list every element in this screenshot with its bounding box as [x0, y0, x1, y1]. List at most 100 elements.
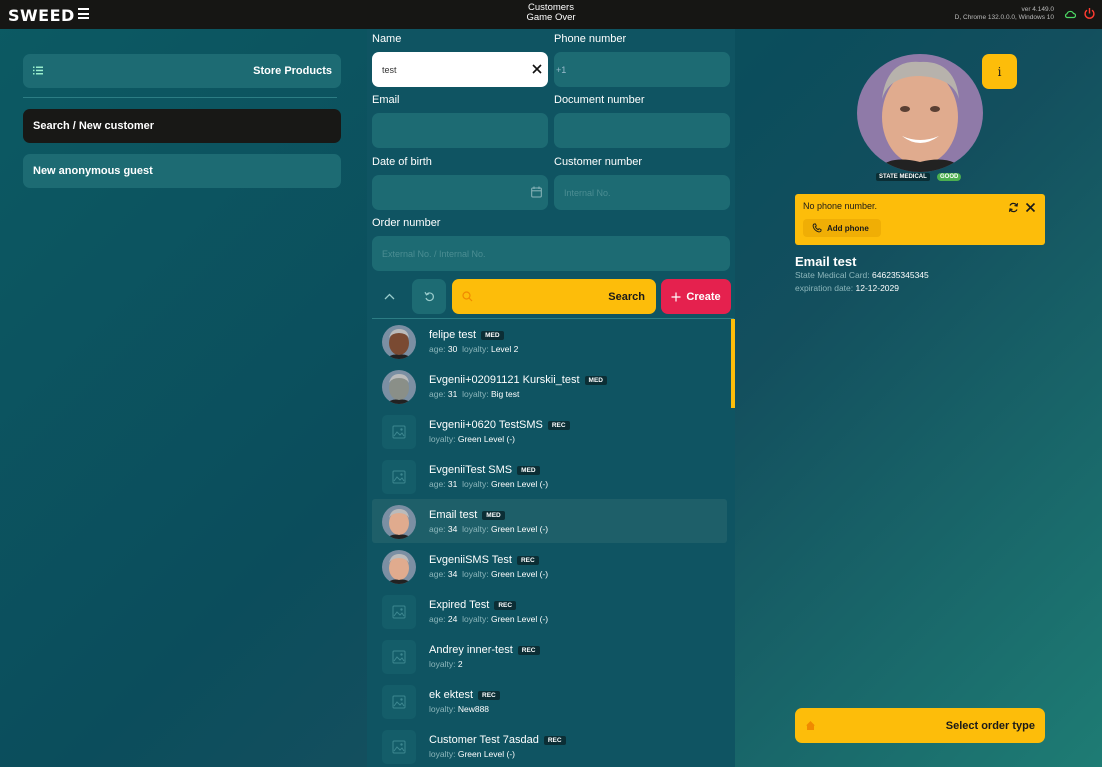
age-value: 31: [447, 479, 458, 489]
customer-meta: loyalty: New888: [429, 704, 489, 714]
dob-field[interactable]: [372, 175, 548, 210]
customer-row[interactable]: EvgeniiSMS Test REC age: 34 loyalty: Green…: [372, 544, 727, 588]
home-icon: [806, 721, 815, 730]
close-icon[interactable]: [1025, 202, 1036, 213]
customer-name: ek ektest REC: [429, 689, 500, 701]
customer-meta: loyalty: Green Level (-): [429, 434, 515, 444]
collapse-button[interactable]: [373, 279, 406, 314]
search-icon: [462, 291, 473, 302]
customer-type-badge: REC: [478, 690, 500, 700]
loyalty-label: loyalty:: [462, 344, 489, 354]
list-icon: [33, 66, 43, 75]
email-field[interactable]: [372, 113, 548, 148]
scrollbar[interactable]: [731, 319, 735, 408]
name-field[interactable]: test: [372, 52, 548, 87]
customer-row[interactable]: Expired Test REC age: 24 loyalty: Green Le…: [372, 589, 727, 633]
customer-name-text: EvgeniiTest SMS: [429, 464, 513, 476]
refresh-icon[interactable]: [1008, 202, 1019, 213]
customer-name: EvgeniiSMS Test REC: [429, 554, 539, 566]
top-bar: SWEED Customers Game Over ver 4.149.0 D,…: [0, 0, 1102, 29]
customer-meta: age: 30 loyalty: Level 2: [429, 344, 518, 354]
customer-name-text: Andrey inner-test: [429, 644, 513, 656]
create-button[interactable]: Create: [661, 279, 731, 314]
customer-row[interactable]: Evgenii+0620 TestSMS REC loyalty: Green Le…: [372, 409, 727, 453]
expiration-label: expiration date:: [795, 283, 854, 293]
customer-name: EvgeniiTest SMS MED: [429, 464, 540, 476]
customer-name: felipe test MED: [429, 329, 504, 341]
age-label: age:: [429, 479, 446, 489]
create-button-label: Create: [686, 290, 721, 303]
customer-row[interactable]: ek ektest REC loyalty: New888: [372, 679, 727, 723]
clear-name-icon[interactable]: [531, 63, 543, 75]
phone-prefix: +1: [556, 64, 567, 75]
store-products-button[interactable]: Store Products: [23, 54, 341, 88]
reset-button[interactable]: [412, 279, 446, 314]
loyalty-value: Green Level (-): [490, 614, 549, 624]
order-number-label: Order number: [372, 217, 441, 229]
phone-field[interactable]: +1: [554, 52, 730, 87]
version-line1: ver 4.149.0: [1021, 6, 1054, 13]
age-label: age:: [429, 344, 446, 354]
info-button[interactable]: i: [982, 54, 1017, 89]
document-field[interactable]: [554, 113, 730, 148]
loyalty-value: Green Level (-): [490, 479, 549, 489]
loyalty-label: loyalty:: [462, 389, 489, 399]
power-icon[interactable]: [1083, 7, 1096, 20]
customer-name-text: EvgeniiSMS Test: [429, 554, 512, 566]
loyalty-label: loyalty:: [462, 569, 489, 579]
order-number-placeholder: External No. / Internal No.: [382, 248, 486, 259]
search-button[interactable]: Search: [452, 279, 656, 314]
cloud-icon[interactable]: [1064, 8, 1076, 20]
hamburger-menu-icon[interactable]: [78, 8, 89, 20]
age-label: age:: [429, 569, 446, 579]
expiration-detail: expiration date: 12-12-2029: [795, 283, 899, 293]
email-label: Email: [372, 94, 400, 106]
loyalty-label: loyalty:: [429, 704, 456, 714]
phone-icon: [812, 223, 822, 233]
age-value: 30: [447, 344, 458, 354]
page-title-line2: Game Over: [526, 12, 576, 23]
medical-card-detail: State Medical Card: 646235345345: [795, 270, 929, 280]
customer-row[interactable]: felipe test MED age: 30 loyalty: Level 2: [372, 319, 727, 363]
customer-meta: age: 31 loyalty: Green Level (-): [429, 479, 548, 489]
customer-name: Customer Test 7asdad REC: [429, 734, 566, 746]
loyalty-value: Green Level (-): [490, 569, 549, 579]
customer-row[interactable]: Email test MED age: 34 loyalty: Green Leve…: [372, 499, 727, 543]
new-anonymous-guest-button[interactable]: New anonymous guest: [23, 154, 341, 188]
customer-name: Evgenii+02091121 Kurskii_test MED: [429, 374, 607, 386]
medical-card-value: 646235345345: [872, 270, 929, 280]
customer-row[interactable]: Andrey inner-test REC loyalty: 2: [372, 634, 727, 678]
customer-name-text: felipe test: [429, 329, 477, 341]
customer-meta: age: 34 loyalty: Green Level (-): [429, 524, 548, 534]
loyalty-label: loyalty:: [429, 434, 456, 444]
customer-row[interactable]: Evgenii+02091121 Kurskii_test MED age: 31 …: [372, 364, 727, 408]
search-new-customer-button[interactable]: Search / New customer: [23, 109, 341, 143]
loyalty-label: loyalty:: [462, 524, 489, 534]
customer-name: Andrey inner-test REC: [429, 644, 540, 656]
age-label: age:: [429, 524, 446, 534]
customer-avatar: [382, 550, 416, 584]
version-line2: D, Chrome 132.0.0.0, Windows 10: [954, 13, 1054, 21]
store-products-label: Store Products: [253, 65, 332, 77]
loyalty-value: New888: [457, 704, 490, 714]
customer-row[interactable]: EvgeniiTest SMS MED age: 31 loyalty: Green…: [372, 454, 727, 498]
select-order-type-button[interactable]: Select order type: [795, 708, 1045, 743]
customer-name: Evgenii+0620 TestSMS REC: [429, 419, 570, 431]
customer-number-field[interactable]: Internal No.: [554, 175, 730, 210]
customer-number-label: Customer number: [554, 156, 643, 168]
loyalty-label: loyalty:: [429, 659, 456, 669]
add-phone-button[interactable]: Add phone: [803, 219, 881, 237]
customer-name-text: Customer Test 7asdad: [429, 734, 539, 746]
customer-name: Email test MED: [429, 509, 505, 521]
image-placeholder-icon: [382, 685, 416, 719]
version-info: ver 4.149.0 D, Chrome 132.0.0.0, Windows…: [955, 6, 1054, 21]
loyalty-label: loyalty:: [429, 749, 456, 759]
loyalty-label: loyalty:: [462, 614, 489, 624]
customer-name-text: Evgenii+02091121 Kurskii_test: [429, 374, 580, 386]
customer-type-badge: MED: [517, 465, 540, 475]
customer-row[interactable]: Customer Test 7asdad REC loyalty: Green Le…: [372, 724, 727, 767]
customer-avatar: [382, 505, 416, 539]
order-number-field[interactable]: External No. / Internal No.: [372, 236, 730, 271]
customer-name-text: Expired Test: [429, 599, 490, 611]
calendar-icon[interactable]: [531, 186, 542, 198]
